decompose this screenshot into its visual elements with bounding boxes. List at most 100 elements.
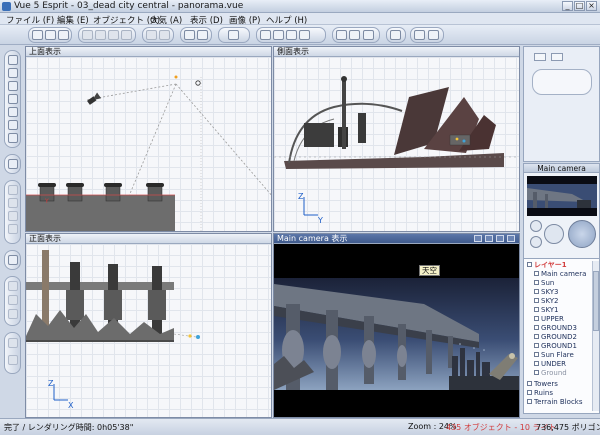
render-options-icon[interactable] xyxy=(428,30,439,40)
metablob-icon[interactable] xyxy=(8,309,18,319)
undo-icon[interactable] xyxy=(146,30,157,40)
zoom-in-icon[interactable] xyxy=(286,30,297,40)
tree-scroll-thumb[interactable] xyxy=(593,271,599,331)
browser-tab-1[interactable] xyxy=(534,53,546,61)
cone-icon[interactable] xyxy=(8,120,18,130)
save-scene-icon[interactable] xyxy=(58,30,69,40)
camera-render[interactable]: 天空 xyxy=(274,244,519,417)
camera-zoom-icon[interactable] xyxy=(530,236,542,248)
sphere-icon[interactable] xyxy=(8,55,18,65)
toolbar-group-render-area xyxy=(386,27,406,43)
atmosphere-icon[interactable] xyxy=(228,30,239,40)
cloud-icon[interactable] xyxy=(8,224,18,234)
plant-icon[interactable] xyxy=(8,185,18,195)
camera-preview-image xyxy=(527,184,597,208)
terrain-icon[interactable] xyxy=(8,159,18,169)
link-icon[interactable] xyxy=(197,30,208,40)
vegetation-tools xyxy=(4,180,21,244)
layer-check-icon[interactable] xyxy=(527,262,532,267)
tree-item-sky2[interactable]: SKY2 xyxy=(534,297,559,305)
light-object-icon xyxy=(534,289,539,294)
layer-check-icon[interactable] xyxy=(527,381,532,386)
viewport-side[interactable]: 側面表示 Z Y xyxy=(273,46,520,232)
app-icon xyxy=(2,2,11,11)
layer-check-icon[interactable] xyxy=(527,390,532,395)
viewport-front[interactable]: 正面表示 Z X xyxy=(25,233,272,418)
boolean-icon[interactable] xyxy=(8,295,18,305)
close-button[interactable]: × xyxy=(586,1,597,11)
tree-item-sky1[interactable]: SKY1 xyxy=(534,306,559,314)
four-view-icon[interactable] xyxy=(349,30,360,40)
new-scene-icon[interactable] xyxy=(32,30,43,40)
tree-item-ground[interactable]: Ground xyxy=(534,369,567,377)
side-axis-y-label: Y xyxy=(317,216,323,225)
vue-esprit-window: Vue 5 Esprit - 03_dead city central - pa… xyxy=(0,0,600,435)
paste-icon[interactable] xyxy=(108,30,119,40)
front-axis-z-label: Z xyxy=(48,379,54,388)
tree-item-under[interactable]: UNDER xyxy=(534,360,566,368)
cylinder-icon[interactable] xyxy=(8,68,18,78)
viewport-front-canvas[interactable]: Z X xyxy=(26,244,271,417)
light-object-icon xyxy=(534,334,539,339)
single-view-icon[interactable] xyxy=(336,30,347,40)
light-icon[interactable] xyxy=(8,255,18,265)
zoom-icon[interactable] xyxy=(260,30,271,40)
tree-layer-1[interactable]: レイヤー1 xyxy=(527,261,567,269)
viewport-top-canvas[interactable]: Y xyxy=(26,57,271,231)
camera-render-scene xyxy=(274,278,519,417)
maximize-button[interactable]: □ xyxy=(574,1,585,11)
redo-icon[interactable] xyxy=(159,30,170,40)
view-options-icon[interactable] xyxy=(363,30,374,40)
open-scene-icon[interactable] xyxy=(45,30,56,40)
camera-panel-header: Main camera xyxy=(524,164,599,173)
zoom-out-icon[interactable] xyxy=(299,30,310,40)
camera-view-button-1[interactable] xyxy=(474,235,482,242)
minimize-button[interactable]: _ xyxy=(562,1,573,11)
tree-item-ground2[interactable]: GROUND2 xyxy=(534,333,577,341)
water-icon[interactable] xyxy=(8,211,18,221)
tree-item-sun[interactable]: Sun xyxy=(534,279,554,287)
viewport-top[interactable]: 上面表示 Y xyxy=(25,46,272,232)
cut-icon[interactable] xyxy=(82,30,93,40)
duplicate-icon[interactable] xyxy=(121,30,132,40)
select-icon[interactable] xyxy=(184,30,195,40)
tree-layer-terrain-blocks[interactable]: Terrain Blocks xyxy=(527,398,583,406)
material-icon[interactable] xyxy=(8,355,18,365)
tree-item-upper[interactable]: UPPER xyxy=(534,315,564,323)
render-icon[interactable] xyxy=(414,30,425,40)
pan-icon[interactable] xyxy=(273,30,284,40)
camera-pan-control-icon[interactable] xyxy=(544,224,564,244)
pyramid-icon[interactable] xyxy=(8,94,18,104)
group-icon[interactable] xyxy=(8,281,18,291)
cube-icon[interactable] xyxy=(8,81,18,91)
camera-view-button-3[interactable] xyxy=(496,235,504,242)
world-browser-tree[interactable]: レイヤー1 Main camera Sun SKY3 SKY2 SKY1 UPP… xyxy=(523,258,600,414)
tree-layer-towers[interactable]: Towers xyxy=(527,380,558,388)
tree-scrollbar[interactable] xyxy=(592,261,599,411)
render-area-icon[interactable] xyxy=(390,30,401,40)
camera-view-button-4[interactable] xyxy=(507,235,515,242)
rock-icon[interactable] xyxy=(8,198,18,208)
viewport-camera[interactable]: Main camera 表示 天空 xyxy=(273,233,520,418)
tree-layer-ruins[interactable]: Ruins xyxy=(527,389,553,397)
sky-tooltip: 天空 xyxy=(419,265,440,276)
terrain-object-icon xyxy=(534,370,539,375)
browser-tab-2[interactable] xyxy=(551,53,563,61)
tree-item-ground3[interactable]: GROUND3 xyxy=(534,324,577,332)
copy-icon[interactable] xyxy=(95,30,106,40)
camera-orbit-control-icon[interactable] xyxy=(568,220,596,248)
viewport-side-canvas[interactable]: Z Y xyxy=(274,57,519,231)
plane-icon[interactable] xyxy=(8,133,18,143)
toolbar-group-edit xyxy=(78,27,136,43)
tree-item-sky3[interactable]: SKY3 xyxy=(534,288,559,296)
toolbar-group-zoom xyxy=(256,27,326,43)
camera-option-icon[interactable] xyxy=(530,220,542,232)
tree-item-ground1[interactable]: GROUND1 xyxy=(534,342,577,350)
torus-icon[interactable] xyxy=(8,107,18,117)
tree-item-sun-flare[interactable]: Sun Flare xyxy=(534,351,574,359)
edit-object-icon[interactable] xyxy=(8,338,18,348)
light-tools xyxy=(4,250,21,270)
camera-view-button-2[interactable] xyxy=(485,235,493,242)
layer-check-icon[interactable] xyxy=(527,399,532,404)
tree-item-main-camera[interactable]: Main camera xyxy=(534,270,586,278)
